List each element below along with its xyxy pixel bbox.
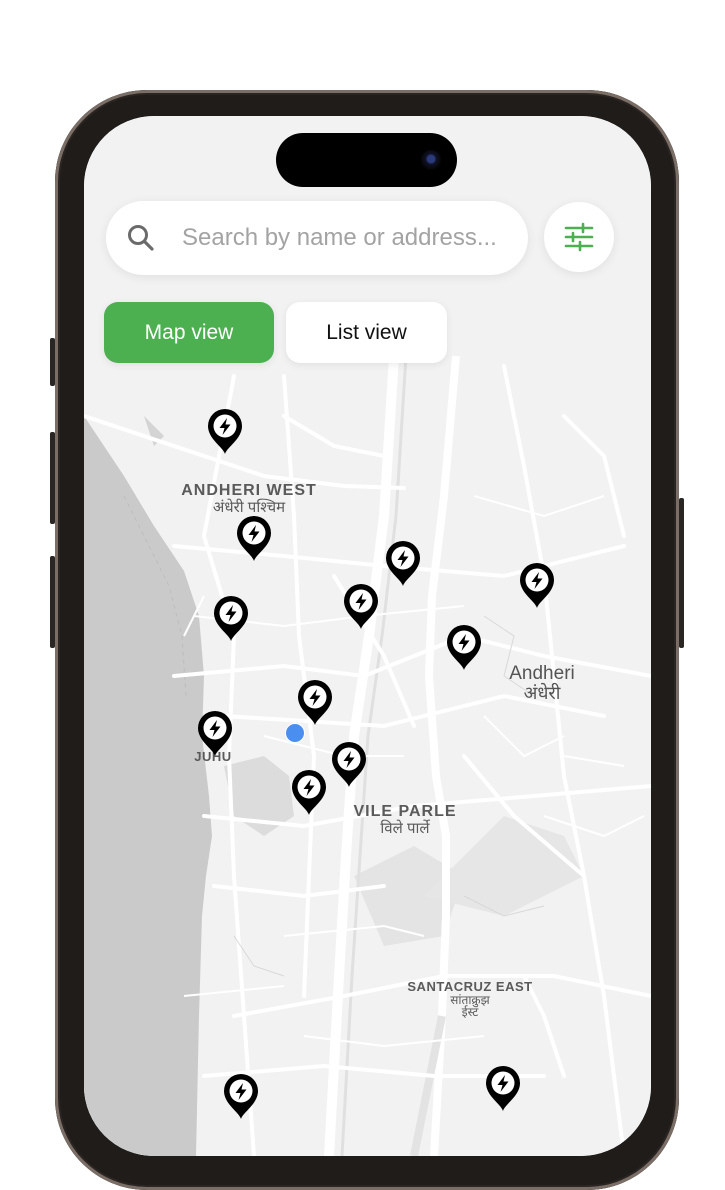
charging-station-pin[interactable] <box>212 594 250 642</box>
charging-station-pin[interactable] <box>196 709 234 757</box>
charging-station-pin[interactable] <box>296 678 334 726</box>
charging-station-pin[interactable] <box>290 768 328 816</box>
area-label-santacruz-east: SANTACRUZ EAST सांताक्रुझ ईस्ट <box>390 980 550 1019</box>
charging-station-pin[interactable] <box>445 623 483 671</box>
charging-station-pin[interactable] <box>384 539 422 587</box>
search-input[interactable] <box>182 201 526 275</box>
charging-station-pin[interactable] <box>235 514 273 562</box>
volume-down-button <box>50 556 55 648</box>
area-label-en: Andheri <box>509 663 575 684</box>
power-button <box>679 498 684 648</box>
area-label-hi: अंधेरी <box>523 682 561 703</box>
area-label-hi: ईस्ट <box>461 1005 479 1020</box>
filter-button[interactable] <box>544 202 614 272</box>
area-label-andheri: Andheri अंधेरी <box>492 664 592 703</box>
charging-station-pin[interactable] <box>330 740 368 788</box>
area-label-en: SANTACRUZ EAST <box>407 979 533 994</box>
area-label-hi: विले पार्ले <box>380 819 430 837</box>
area-label-en: VILE PARLE <box>353 803 457 820</box>
list-view-button[interactable]: List view <box>286 302 447 363</box>
list-view-label: List view <box>326 320 407 344</box>
area-label-vile-parle: VILE PARLE विले पार्ले <box>330 803 480 837</box>
area-label-en: ANDHERI WEST <box>181 482 317 499</box>
area-label-andheri-west: ANDHERI WEST अंधेरी पश्चिम <box>154 482 344 516</box>
action-button <box>50 338 55 386</box>
dynamic-island <box>276 133 457 187</box>
user-location-dot <box>285 723 305 743</box>
map-view-button[interactable]: Map view <box>104 302 274 363</box>
filter-sliders-icon <box>564 222 594 252</box>
charging-station-pin[interactable] <box>518 561 556 609</box>
volume-up-button <box>50 432 55 524</box>
charging-station-pin[interactable] <box>342 582 380 630</box>
charging-station-pin[interactable] <box>222 1072 260 1120</box>
map-view-label: Map view <box>144 320 234 344</box>
charging-station-pin[interactable] <box>484 1064 522 1112</box>
app-screen: ANDHERI WEST अंधेरी पश्चिम Andheri अंधेर… <box>84 116 651 1156</box>
search-icon <box>128 225 154 251</box>
charging-station-pin[interactable] <box>206 407 244 455</box>
search-bar[interactable] <box>106 201 528 275</box>
camera-icon <box>421 150 441 170</box>
